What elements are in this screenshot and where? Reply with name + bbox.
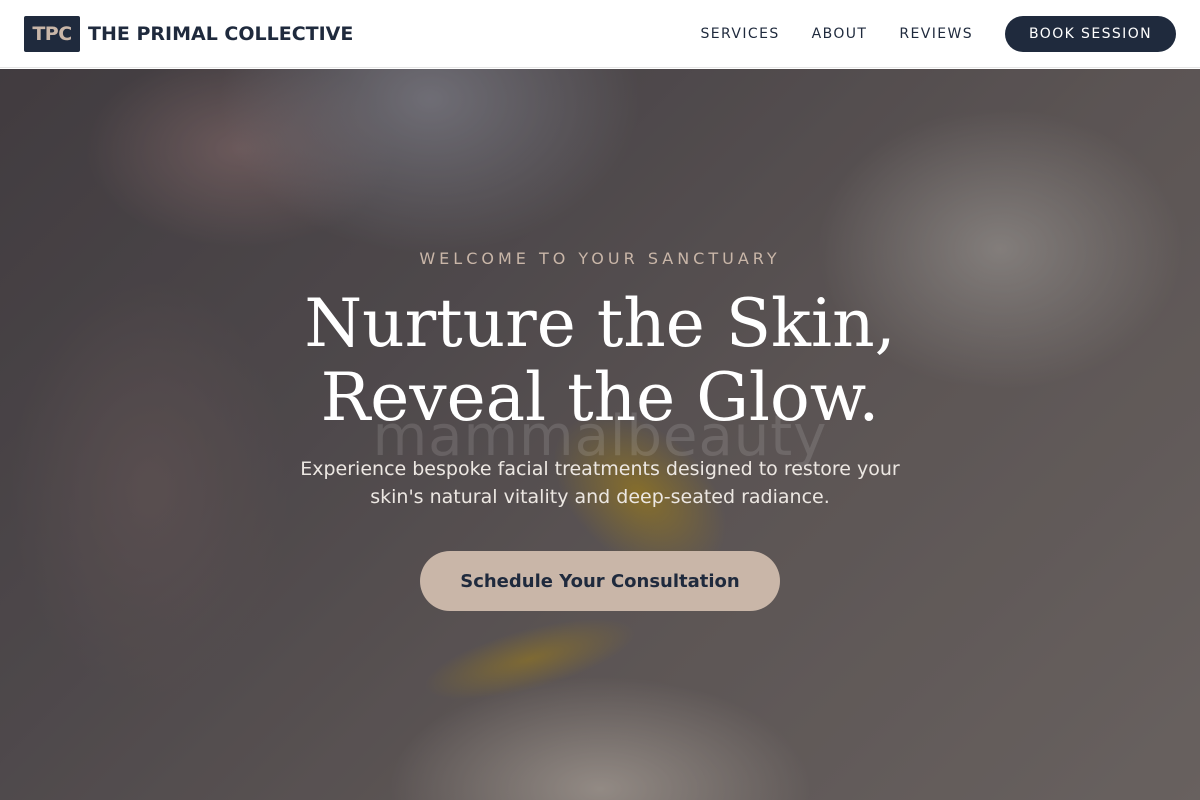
site-header: TPC THE PRIMAL COLLECTIVE SERVICES ABOUT…: [0, 0, 1200, 68]
schedule-consultation-button[interactable]: Schedule Your Consultation: [420, 551, 780, 611]
brand-name: THE PRIMAL COLLECTIVE: [88, 23, 354, 45]
book-session-button[interactable]: BOOK SESSION: [1005, 16, 1176, 52]
hero-eyebrow: WELCOME TO YOUR SANCTUARY: [419, 249, 781, 268]
nav-link-about[interactable]: ABOUT: [812, 26, 868, 42]
hero-subtext: Experience bespoke facial treatments des…: [0, 455, 1200, 511]
nav-link-services[interactable]: SERVICES: [701, 26, 780, 42]
hero-section: mammalbeauty WELCOME TO YOUR SANCTUARY N…: [0, 69, 1200, 800]
hero-headline: Nurture the Skin, Reveal the Glow.: [0, 287, 1200, 435]
logo-badge: TPC: [24, 16, 80, 52]
nav-link-reviews[interactable]: REVIEWS: [899, 26, 973, 42]
headline-line-2: Reveal the Glow.: [320, 359, 880, 436]
main-nav: SERVICES ABOUT REVIEWS BOOK SESSION: [701, 16, 1176, 52]
brand-logo-link[interactable]: TPC THE PRIMAL COLLECTIVE: [24, 16, 353, 52]
subtext-line-1: Experience bespoke facial treatments des…: [300, 458, 900, 480]
subtext-line-2: skin's natural vitality and deep-seated …: [370, 486, 830, 508]
headline-line-1: Nurture the Skin,: [304, 285, 896, 362]
